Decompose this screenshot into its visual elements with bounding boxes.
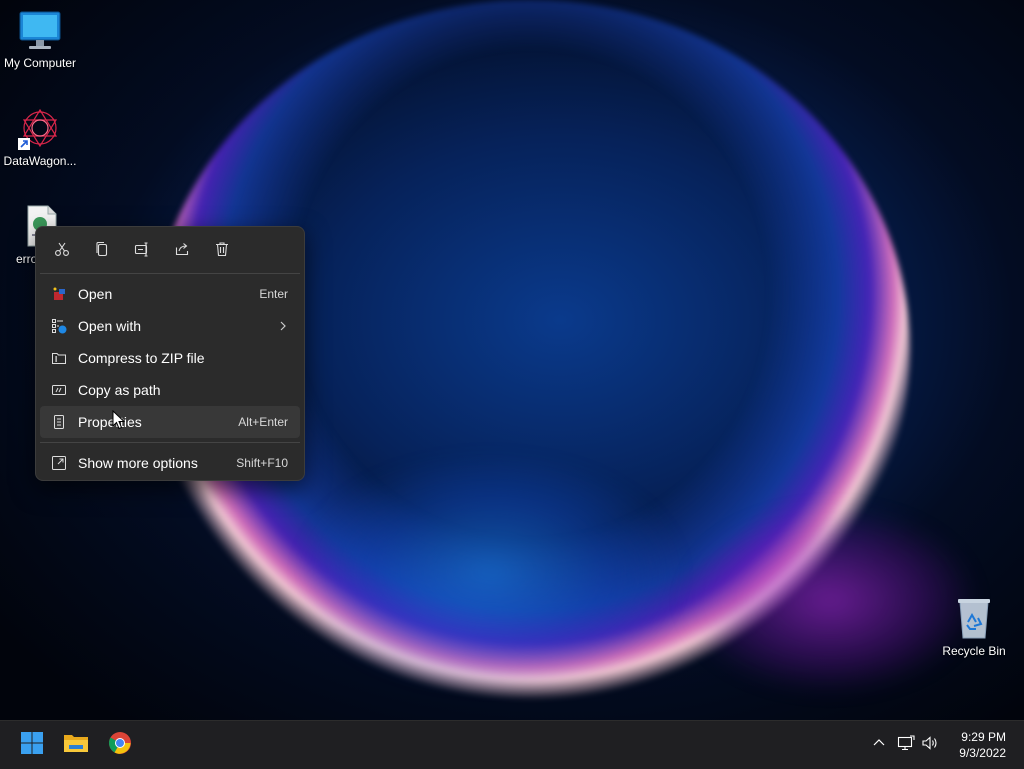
start-button[interactable] [16,729,48,761]
recycle-bin-icon [952,596,996,640]
rename-button[interactable] [124,234,160,266]
menu-item-shortcut: Shift+F10 [236,456,288,470]
desktop-icon-label: Recycle Bin [942,644,1006,658]
menu-item-open[interactable]: Open Enter [40,278,300,310]
menu-item-label: Open [78,286,113,302]
clock-time: 9:29 PM [961,730,1006,744]
chevron-up-icon [873,736,885,754]
share-button[interactable] [164,234,200,266]
share-icon [174,241,190,260]
menu-item-label: Open with [78,318,142,334]
cut-icon [54,241,70,260]
chrome-button[interactable] [104,729,136,761]
show-hidden-icons-button[interactable] [869,735,889,755]
zip-folder-icon [50,349,68,367]
menu-item-compress-zip[interactable]: Compress to ZIP file [40,342,300,374]
desktop-icon-label: My Computer [3,56,77,70]
menu-item-label: Copy as path [78,382,161,398]
windows-logo-icon [20,731,44,760]
properties-icon [50,413,68,431]
desktop-icon-label: DataWagon... [3,154,77,168]
mouse-pointer-icon [112,409,126,435]
copy-icon [94,241,110,260]
menu-item-shortcut: Enter [259,287,288,301]
show-more-icon [50,454,68,472]
system-clock[interactable]: 9:29 PM 9/3/2022 [959,729,1006,761]
open-app-icon [50,285,68,303]
context-menu: Open Enter Open with Compress to ZIP fil… [35,226,305,481]
menu-item-shortcut: Alt+Enter [238,415,288,429]
copy-path-icon [50,381,68,399]
open-with-icon [50,317,68,335]
taskbar: 9:29 PM 9/3/2022 [0,720,1024,769]
volume-button[interactable] [920,735,940,755]
menu-item-label: Properties [78,414,142,430]
copy-button[interactable] [84,234,120,266]
menu-item-open-with[interactable]: Open with [40,310,300,342]
menu-item-label: Compress to ZIP file [78,350,205,366]
menu-item-copy-as-path[interactable]: Copy as path [40,374,300,406]
clock-date: 9/3/2022 [959,746,1006,760]
chevron-right-icon [278,318,288,334]
cut-button[interactable] [44,234,80,266]
menu-item-properties[interactable]: Properties Alt+Enter [40,406,300,438]
delete-icon [214,241,230,260]
network-icon [897,734,915,756]
desktop-icon-my-computer[interactable]: My Computer [0,8,80,70]
delete-button[interactable] [204,234,240,266]
rename-icon [134,241,150,260]
menu-item-show-more-options[interactable]: Show more options Shift+F10 [40,447,300,479]
speaker-icon [921,735,939,756]
network-button[interactable] [896,734,916,756]
menu-item-label: Show more options [78,455,198,471]
folder-icon [63,731,89,760]
desktop-icon-datawagon[interactable]: DataWagon... [0,106,80,168]
file-explorer-button[interactable] [60,729,92,761]
datawagon-logo-icon [18,106,62,150]
desktop-icon-recycle-bin[interactable]: Recycle Bin [934,596,1014,658]
chrome-icon [108,731,132,760]
monitor-icon [18,8,62,52]
context-menu-toolbar [36,227,304,273]
